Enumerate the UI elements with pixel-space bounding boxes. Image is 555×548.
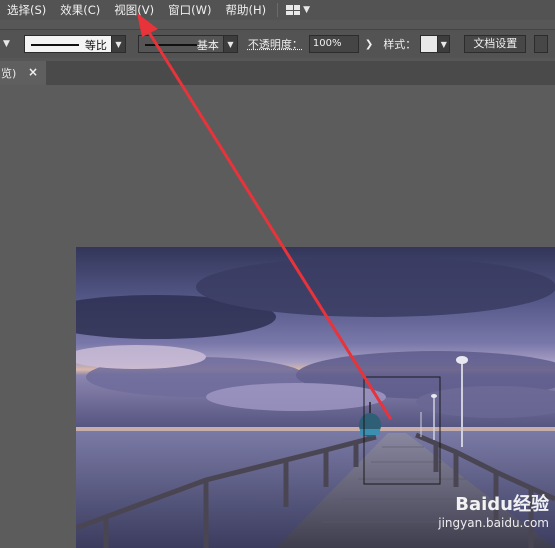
chevron-right-icon[interactable]: ❯ xyxy=(365,39,373,50)
chevron-down-icon: ▼ xyxy=(303,5,311,15)
workspace-switcher[interactable]: ▼ xyxy=(286,5,310,15)
chevron-down-icon: ▼ xyxy=(440,39,447,49)
opacity-input[interactable]: 100% xyxy=(308,35,359,53)
opacity-label[interactable]: 不透明度： xyxy=(248,36,303,52)
chevron-down-icon: ▼ xyxy=(227,39,234,49)
document-setup-button[interactable]: 文档设置 xyxy=(464,35,527,53)
menu-window[interactable]: 窗口(W) xyxy=(161,2,218,18)
style-label: 样式： xyxy=(383,38,417,51)
pier-photo xyxy=(76,247,555,548)
menu-divider xyxy=(277,3,279,17)
brush-line-preview xyxy=(144,44,197,46)
document-tab-title: 览) xyxy=(1,67,17,80)
stroke-line-preview xyxy=(30,44,79,46)
stroke-profile-dropdown[interactable]: ▼ xyxy=(111,35,126,53)
menu-effect[interactable]: 效果(C) xyxy=(53,2,107,18)
document-tab-bar: 览) × xyxy=(0,61,555,85)
workspace-grid-icon xyxy=(286,5,301,15)
chevron-down-icon[interactable]: ▼ xyxy=(3,39,10,49)
brush-definition-label: 基本 xyxy=(196,39,219,52)
stroke-profile-label: 等比 xyxy=(84,39,107,52)
menu-bar: 选择(S) 效果(C) 视图(V) 窗口(W) 帮助(H) ▼ xyxy=(0,0,555,20)
horizon-glow xyxy=(76,427,555,431)
placed-image[interactable] xyxy=(76,247,555,548)
graphic-style-swatch[interactable] xyxy=(420,35,439,53)
brush-definition-select[interactable]: 基本 xyxy=(137,35,224,53)
close-icon[interactable]: × xyxy=(28,65,38,79)
menu-select[interactable]: 选择(S) xyxy=(0,2,53,18)
document-tab[interactable]: 览) × xyxy=(0,61,46,85)
stroke-profile-select[interactable]: 等比 xyxy=(23,35,112,53)
menu-help[interactable]: 帮助(H) xyxy=(218,2,273,18)
control-bar: ▼ 等比 ▼ 基本 ▼ 不透明度： 100% ❯ 样式： ▼ 文档设置 xyxy=(0,29,555,58)
graphic-style-dropdown[interactable]: ▼ xyxy=(438,35,451,53)
menu-view[interactable]: 视图(V) xyxy=(107,2,161,18)
chevron-down-icon: ▼ xyxy=(115,39,122,49)
preferences-button[interactable] xyxy=(534,35,549,53)
brush-definition-dropdown[interactable]: ▼ xyxy=(223,35,238,53)
